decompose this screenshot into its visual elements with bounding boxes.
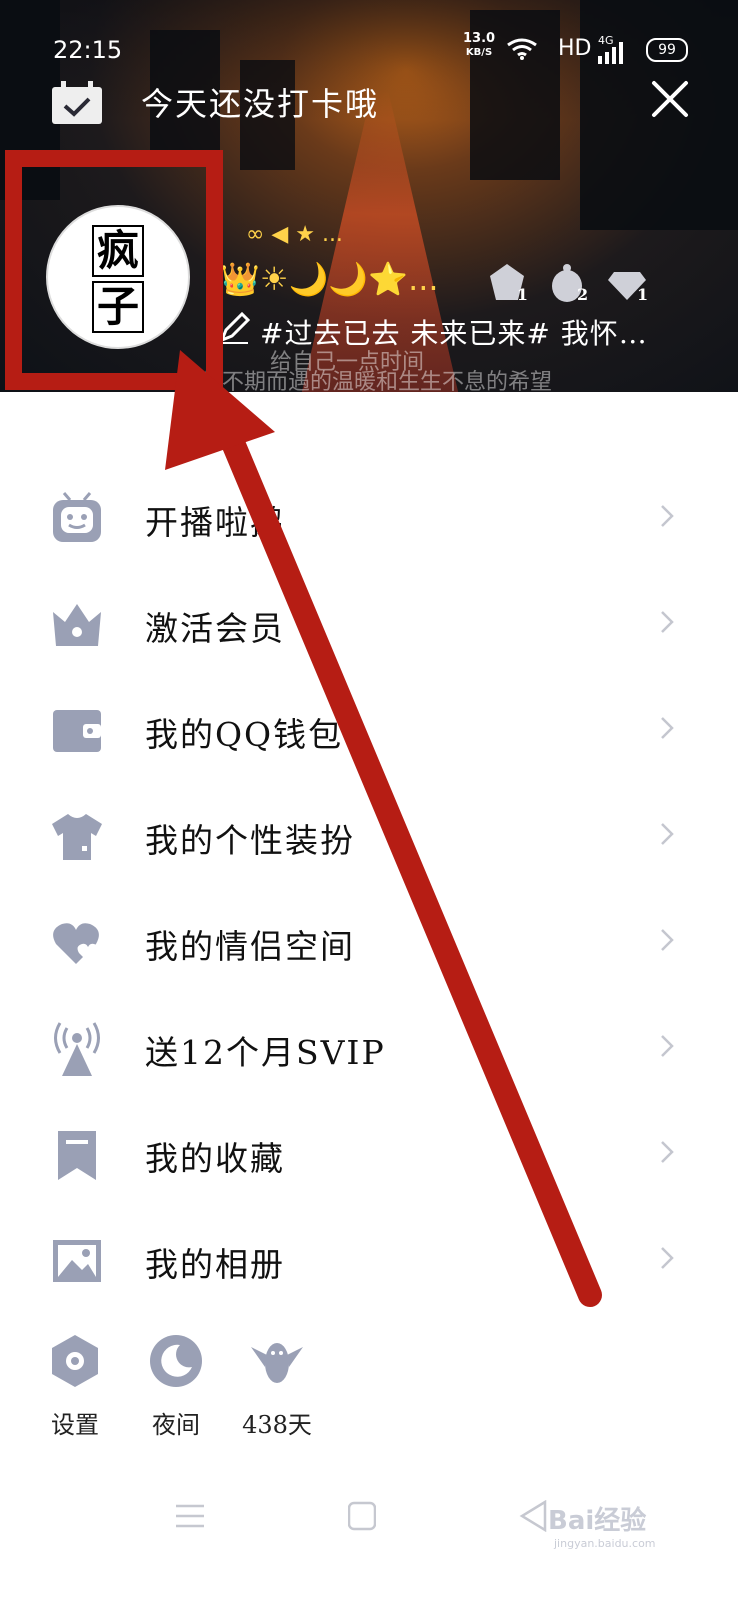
night-mode-button[interactable]: 夜间: [136, 1333, 216, 1440]
checkin-bar: 今天还没打卡哦: [0, 76, 738, 126]
avatar-char-1: 疯: [92, 225, 144, 277]
status-bar: 22:15 13.0 KB/S HD 4G 99: [0, 28, 738, 68]
broadcast-tower-icon: [54, 1022, 100, 1076]
avatar[interactable]: 疯 子: [46, 205, 190, 349]
menu-item-couple-space[interactable]: 我的情侣空间: [0, 894, 738, 984]
menu-nav-icon[interactable]: [176, 1500, 204, 1532]
menu-item-label: 我的个性装扮: [145, 821, 355, 860]
menu-item-favorites[interactable]: 我的收藏: [0, 1106, 738, 1196]
menu-item-label: 我的情侣空间: [145, 927, 355, 966]
days-label: 438天: [242, 1411, 312, 1439]
menu-item-label: 开播啦鹅: [145, 503, 285, 542]
menu-item-label: 送12个月SVIP: [145, 1033, 386, 1072]
medal-penguin-icon: 2: [546, 262, 588, 304]
menu-item-live[interactable]: 开播啦鹅: [0, 470, 738, 560]
chevron-right-icon: [661, 717, 674, 739]
chevron-right-icon: [661, 1035, 674, 1057]
menu-item-label: 我的相册: [145, 1245, 285, 1284]
days-badge-button[interactable]: 438天: [237, 1333, 317, 1440]
menu-item-album[interactable]: 我的相册: [0, 1212, 738, 1302]
level-badges[interactable]: 👑☀🌙🌙⭐...: [220, 260, 439, 298]
wifi-icon: [507, 38, 537, 60]
image-icon: [53, 1240, 101, 1282]
medal-group[interactable]: 1 2 1: [486, 262, 661, 308]
chevron-right-icon: [661, 1141, 674, 1163]
watermark: Bai经验 jingyan.baidu.com: [548, 1506, 656, 1550]
menu-item-label: 我的收藏: [145, 1139, 285, 1178]
checkin-text[interactable]: 今天还没打卡哦: [141, 79, 379, 125]
moon-icon: [150, 1335, 202, 1387]
menu-item-label: 我的QQ钱包: [145, 715, 344, 754]
background-text-line2: 与不期而遇的温暖和生生不息的希望: [200, 370, 553, 395]
crown-icon: [53, 604, 101, 646]
hd-indicator: HD: [558, 36, 592, 61]
hearts-icon: [53, 923, 99, 964]
signature-text[interactable]: #过去已去 未来已来# 我怀…: [260, 312, 648, 352]
menu-item-label: 激活会员: [145, 609, 285, 648]
winged-penguin-icon: [251, 1343, 303, 1383]
calendar-check-icon[interactable]: [51, 81, 103, 125]
home-nav-icon[interactable]: [348, 1500, 376, 1532]
close-icon[interactable]: [650, 79, 690, 119]
avatar-char-2: 子: [92, 281, 144, 333]
menu-item-svip-gift[interactable]: 送12个月SVIP: [0, 1000, 738, 1090]
tv-robot-icon: [53, 492, 101, 542]
menu-item-theme[interactable]: 我的个性装扮: [0, 788, 738, 878]
chevron-right-icon: [661, 505, 674, 527]
settings-button[interactable]: 设置: [35, 1333, 115, 1440]
tshirt-icon: [52, 814, 102, 860]
signal-icon: [598, 42, 623, 64]
settings-hexagon-icon: [52, 1335, 98, 1387]
level-badges-top: ∞ ◀ ★ ...: [246, 222, 343, 247]
medal-diamond-icon: 1: [606, 262, 648, 304]
menu-item-wallet[interactable]: 我的QQ钱包: [0, 682, 738, 772]
wallet-icon: [53, 710, 101, 752]
night-mode-label: 夜间: [152, 1411, 200, 1439]
chevron-right-icon: [661, 1247, 674, 1269]
net-speed: 13.0 KB/S: [463, 31, 496, 58]
medal-badge-icon: 1: [486, 262, 528, 304]
menu-item-vip[interactable]: 激活会员: [0, 576, 738, 666]
battery-indicator: 99: [646, 38, 688, 62]
status-time: 22:15: [53, 36, 123, 64]
back-nav-icon[interactable]: [519, 1500, 547, 1532]
bookmark-icon: [58, 1131, 96, 1180]
chevron-right-icon: [661, 611, 674, 633]
chevron-right-icon: [661, 929, 674, 951]
chevron-right-icon: [661, 823, 674, 845]
settings-label: 设置: [51, 1411, 99, 1439]
